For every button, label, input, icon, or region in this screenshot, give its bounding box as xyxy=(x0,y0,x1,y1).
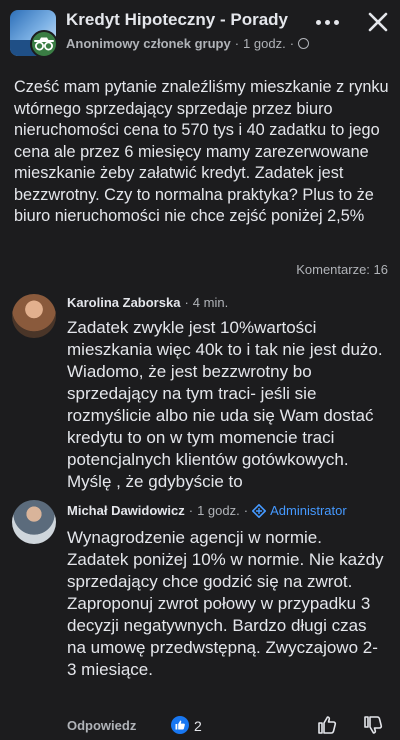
comments-count[interactable]: Komentarze: 16 xyxy=(296,262,388,277)
meta-separator: · xyxy=(184,295,189,310)
admin-badge[interactable]: Administrator xyxy=(252,503,347,518)
post-body: Cześć mam pytanie znaleźliśmy mieszkanie… xyxy=(14,78,389,225)
post-header: Kredyt Hipoteczny - Porady Anonimowy czł… xyxy=(0,0,400,62)
meta-separator: · xyxy=(234,36,240,51)
commenter-name[interactable]: Michał Dawidowicz xyxy=(67,503,185,518)
avatar[interactable] xyxy=(12,294,56,338)
post-author[interactable]: Anonimowy członek grupy xyxy=(66,36,231,51)
more-dots-icon[interactable] xyxy=(312,10,342,34)
comment-header: Michał Dawidowicz · 1 godz. · Administra… xyxy=(67,503,347,518)
like-thumb-icon[interactable] xyxy=(171,716,189,734)
anonymous-member-icon xyxy=(30,30,58,58)
group-name[interactable]: Kredyt Hipoteczny - Porady xyxy=(66,10,288,30)
commenter-name[interactable]: Karolina Zaborska xyxy=(67,295,180,310)
comment-header: Karolina Zaborska · 4 min. xyxy=(67,295,228,310)
admin-shield-icon xyxy=(252,503,267,518)
admin-badge-label: Administrator xyxy=(270,503,347,518)
post-meta: Anonimowy członek grupy · 1 godz. · xyxy=(66,36,310,51)
reply-button[interactable]: Odpowiedz xyxy=(67,718,136,733)
comment-time[interactable]: 4 min. xyxy=(193,295,228,310)
post-time[interactable]: 1 godz. xyxy=(243,36,286,51)
meta-separator: · xyxy=(289,36,295,51)
meta-separator: · xyxy=(243,503,249,518)
close-icon[interactable] xyxy=(362,6,394,38)
meta-separator: · xyxy=(188,503,194,518)
comment-text: Wynagrodzenie agencji w normie. Zadatek … xyxy=(67,528,384,679)
comment-actions: Odpowiedz 2 xyxy=(0,712,400,740)
like-count[interactable]: 2 xyxy=(194,718,202,734)
comment-text: Zadatek zwykle jest 10%wartości mieszkan… xyxy=(67,318,383,491)
globe-icon xyxy=(298,38,310,49)
thumb-down-icon[interactable] xyxy=(362,714,384,736)
like-thumb-icon[interactable] xyxy=(316,714,338,736)
avatar[interactable] xyxy=(12,500,56,544)
comment-time[interactable]: 1 godz. xyxy=(197,503,240,518)
